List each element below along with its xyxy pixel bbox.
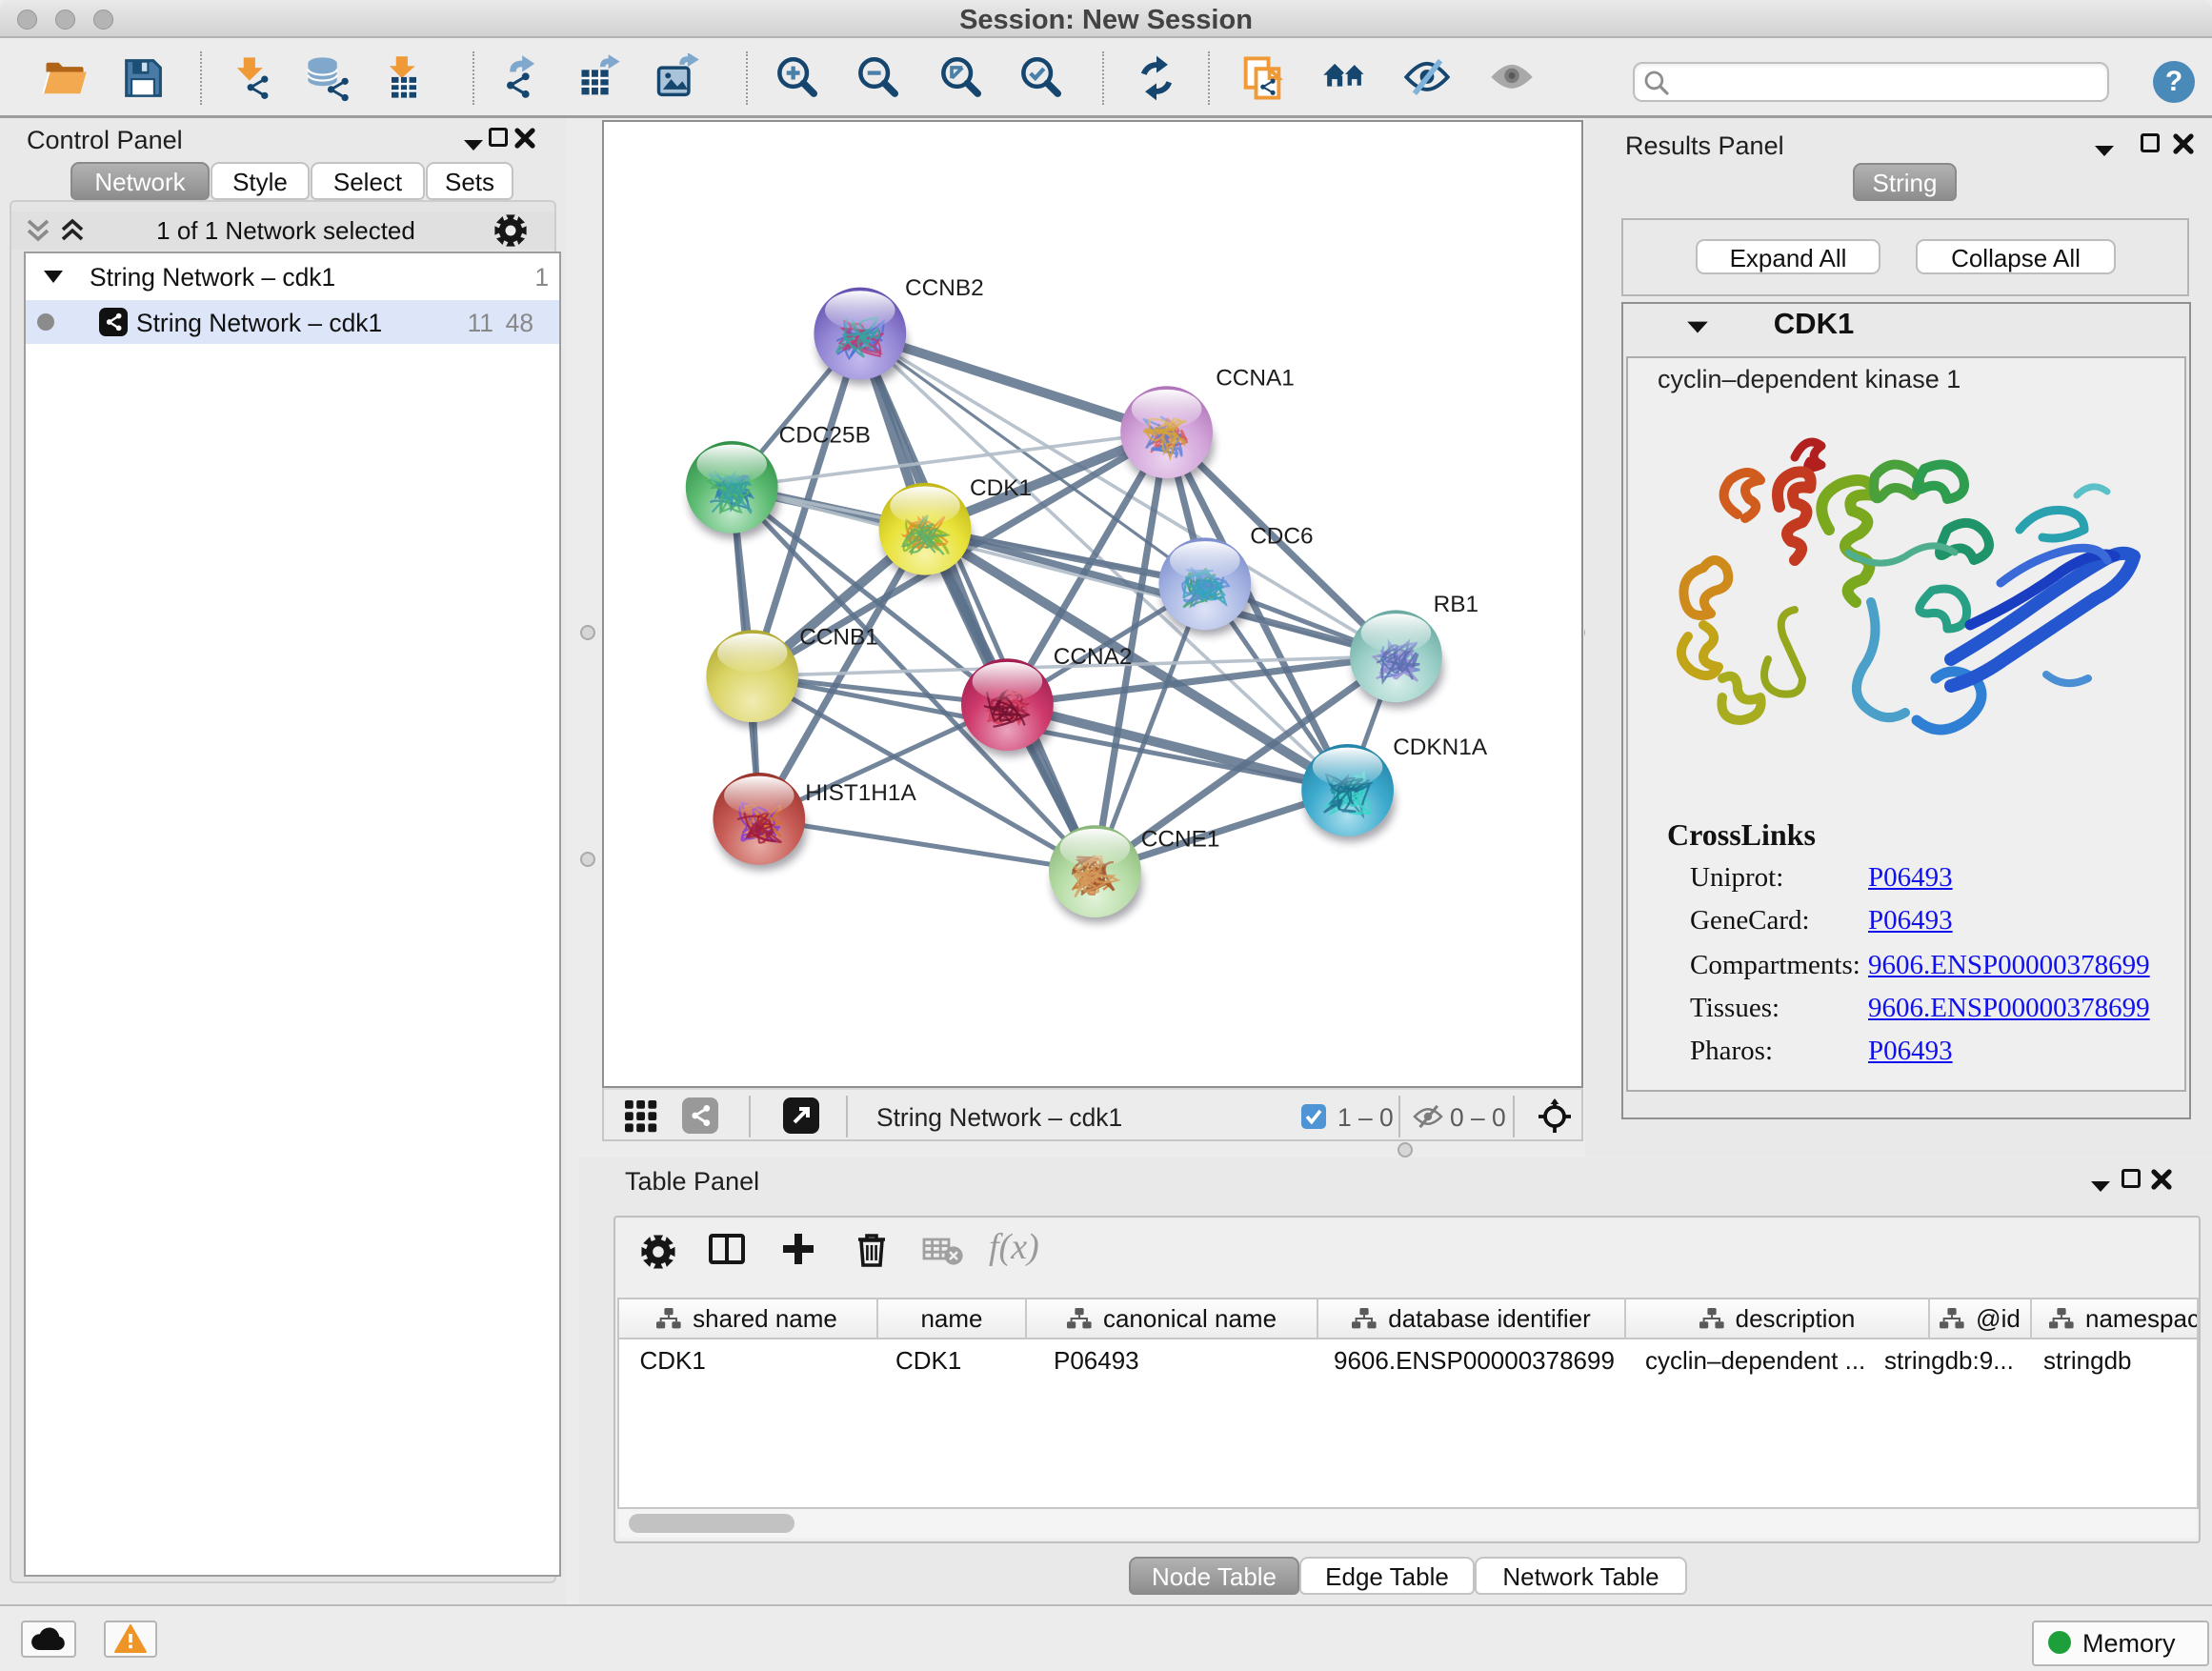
svg-text:CDK1: CDK1 bbox=[970, 475, 1032, 501]
svg-text:HIST1H1A: HIST1H1A bbox=[805, 780, 916, 806]
svg-text:CDKN1A: CDKN1A bbox=[1393, 735, 1488, 760]
svg-text:RB1: RB1 bbox=[1434, 592, 1478, 617]
svg-text:CCNE1: CCNE1 bbox=[1141, 826, 1220, 852]
svg-text:CCNB1: CCNB1 bbox=[799, 624, 878, 650]
svg-text:CDC6: CDC6 bbox=[1250, 523, 1313, 549]
svg-text:CDC25B: CDC25B bbox=[779, 422, 871, 448]
svg-text:CCNA2: CCNA2 bbox=[1054, 644, 1133, 670]
svg-text:CCNA1: CCNA1 bbox=[1216, 365, 1295, 391]
svg-text:CCNB2: CCNB2 bbox=[905, 275, 984, 301]
